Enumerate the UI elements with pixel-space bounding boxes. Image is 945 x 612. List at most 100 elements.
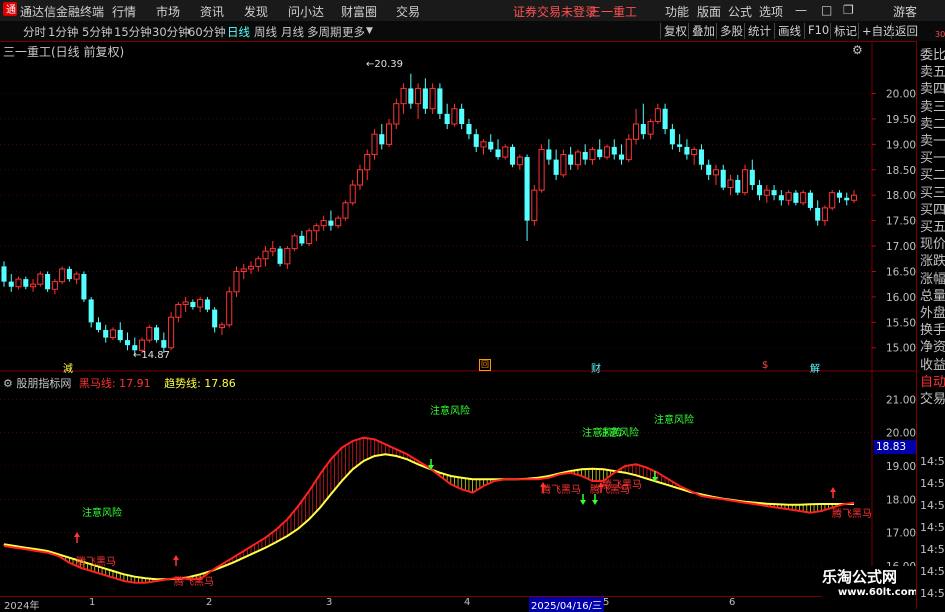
candle bbox=[757, 179, 763, 201]
period-multi[interactable]: 多周期 bbox=[307, 24, 342, 40]
candle bbox=[117, 322, 123, 343]
candle-body-down bbox=[277, 248, 283, 264]
candle bbox=[175, 301, 182, 323]
marker-jie[interactable]: 解 bbox=[810, 360, 820, 375]
period-monthly[interactable]: 月线 bbox=[281, 24, 304, 40]
menu-item-gongneng[interactable]: 功能 bbox=[665, 3, 689, 20]
watermark-title: 乐淘公式网 bbox=[822, 568, 898, 586]
candle bbox=[284, 246, 291, 269]
candle bbox=[698, 144, 704, 170]
candle bbox=[727, 174, 734, 196]
period-15min[interactable]: 15分钟 bbox=[114, 24, 152, 40]
toolbar-biaoji[interactable]: 标记 bbox=[830, 23, 857, 39]
candle bbox=[844, 192, 850, 206]
price-axis: 20.00 19.50 19.00 18.50 18.00 17.50 17.00 16.50… bbox=[872, 89, 916, 573]
menu-item-shichang[interactable]: 市场 bbox=[156, 3, 180, 20]
period-30min[interactable]: 30分钟 bbox=[152, 24, 190, 40]
more-dropdown-icon[interactable]: ▼ bbox=[366, 26, 373, 36]
candle bbox=[262, 246, 269, 267]
candle bbox=[677, 134, 683, 152]
candle bbox=[488, 134, 494, 152]
sidebar-item-19[interactable]: 自动 bbox=[920, 371, 945, 390]
candle bbox=[597, 139, 603, 160]
sidebar-item-20[interactable]: 交易 bbox=[920, 388, 945, 407]
candle-body-up bbox=[262, 250, 269, 260]
indicator-name[interactable]: 股朋指标网 bbox=[16, 377, 71, 390]
candle-body-up bbox=[284, 248, 291, 265]
price-tick-label: 16.50 bbox=[886, 266, 916, 278]
candle-body-down bbox=[844, 197, 850, 201]
toolbar-back[interactable]: 返回 bbox=[891, 23, 918, 39]
period-60min[interactable]: 60分钟 bbox=[188, 24, 226, 40]
menu-item-zixun[interactable]: 资讯 bbox=[200, 3, 224, 20]
menu-item-gongshi[interactable]: 公式 bbox=[728, 3, 752, 20]
indicator-settings-icon[interactable]: ⚙ bbox=[3, 377, 13, 390]
candle bbox=[793, 190, 799, 206]
period-toolbar: 分时 1分钟 5分钟 15分钟 30分钟 60分钟 日线 周线 月线 多周期 更… bbox=[0, 21, 945, 42]
toolbar-tongji[interactable]: 统计 bbox=[744, 23, 771, 39]
period-weekly[interactable]: 周线 bbox=[254, 24, 277, 40]
candle bbox=[320, 215, 327, 231]
period-1min[interactable]: 1分钟 bbox=[48, 24, 78, 40]
period-5min[interactable]: 5分钟 bbox=[82, 24, 112, 40]
period-more[interactable]: 更多 bbox=[342, 24, 365, 40]
candle-body-down bbox=[524, 157, 530, 221]
menu-item-faxian[interactable]: 发现 bbox=[244, 3, 268, 20]
candle bbox=[299, 230, 305, 247]
toolbar-fuquan[interactable]: 复权 bbox=[660, 23, 687, 39]
window-restore-icon[interactable]: ❐ bbox=[843, 3, 854, 17]
candle-body-up bbox=[654, 108, 661, 122]
toolbar-f10[interactable]: F10 bbox=[804, 23, 829, 39]
chart-settings-icon[interactable]: ⚙ bbox=[852, 43, 863, 57]
period-fenshi[interactable]: 分时 bbox=[23, 24, 46, 40]
menu-item-hangqing[interactable]: 行情 bbox=[112, 3, 136, 20]
toolbar-diejia[interactable]: 叠加 bbox=[688, 23, 715, 39]
svg-text:通: 通 bbox=[6, 4, 16, 16]
menu-item-xuanxiang[interactable]: 选项 bbox=[759, 3, 783, 20]
candle-body-up bbox=[727, 179, 734, 189]
marker-dollar[interactable]: $ bbox=[762, 360, 768, 371]
candle-body-up bbox=[59, 268, 66, 283]
candle-body-up bbox=[306, 230, 313, 245]
kline-chart[interactable]: 20.00 19.50 19.00 18.50 18.00 17.50 17.00 16.50… bbox=[0, 41, 916, 609]
marker-jian[interactable]: 減 bbox=[63, 360, 73, 375]
candle-body-up bbox=[400, 87, 407, 105]
toolbar-huaxian[interactable]: 画线 bbox=[774, 23, 801, 39]
menu-item-wenxiaoda[interactable]: 问小达 bbox=[288, 3, 324, 20]
candle bbox=[291, 233, 298, 252]
menu-item-caifuquan[interactable]: 财富圈 bbox=[341, 3, 377, 20]
candle-body-up bbox=[785, 192, 792, 201]
candle bbox=[356, 164, 364, 191]
candle-body-up bbox=[633, 123, 640, 140]
watermark-url: www.60lt.com bbox=[838, 587, 919, 598]
login-notice[interactable]: 证券交易未登录 bbox=[513, 3, 597, 20]
marker-hui[interactable]: 回 bbox=[479, 359, 491, 371]
candle bbox=[335, 215, 342, 229]
marker-cai[interactable]: 财 bbox=[591, 360, 601, 375]
signal-text-5: 腾飞黑马 bbox=[76, 557, 116, 568]
candle bbox=[73, 271, 80, 285]
toolbar-duogu[interactable]: 多股 bbox=[716, 23, 743, 39]
candle-body-down bbox=[618, 154, 625, 160]
period-daily[interactable]: 日线 bbox=[227, 24, 250, 40]
candle-body-down bbox=[45, 274, 51, 290]
menu-item-banmian[interactable]: 版面 bbox=[697, 3, 721, 20]
candle bbox=[422, 78, 428, 114]
candle-body-up bbox=[574, 151, 581, 166]
candle bbox=[182, 296, 189, 313]
candle-body-down bbox=[495, 149, 501, 158]
candle-body-up bbox=[197, 298, 204, 308]
candle-body-up bbox=[175, 304, 182, 318]
window-maximize-icon[interactable]: □ bbox=[821, 3, 832, 17]
candle-body-down bbox=[836, 192, 843, 198]
toolbar-add-watchlist[interactable]: +自选 bbox=[858, 23, 895, 39]
menu-item-jiaoyi[interactable]: 交易 bbox=[396, 3, 420, 20]
sidebar-item-4: 卖二 bbox=[920, 116, 945, 132]
candle bbox=[226, 286, 233, 328]
candle bbox=[197, 296, 204, 313]
candle bbox=[524, 154, 530, 241]
candle bbox=[379, 124, 385, 150]
window-minimize-icon[interactable]: — bbox=[795, 3, 807, 17]
guest-label[interactable]: 游客 bbox=[893, 3, 917, 20]
candle bbox=[37, 271, 44, 287]
